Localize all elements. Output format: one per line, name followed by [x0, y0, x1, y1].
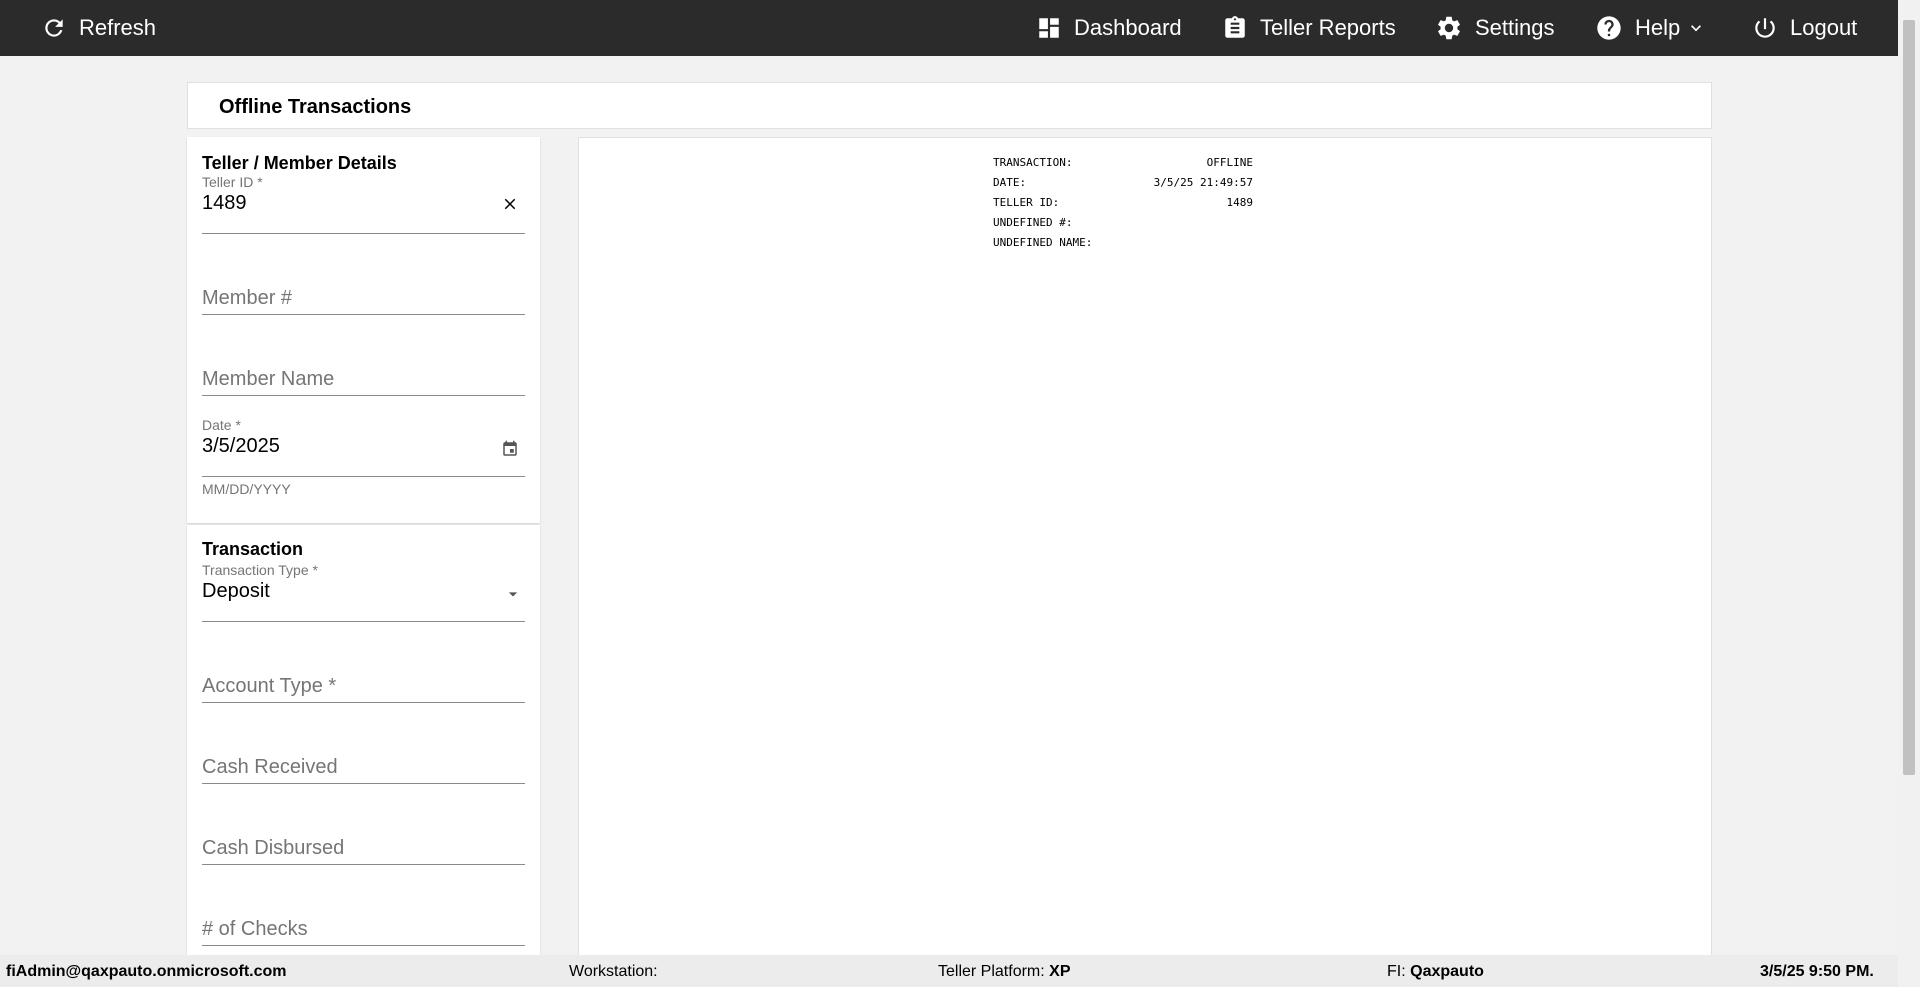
teller-reports-label: Teller Reports [1260, 15, 1396, 40]
transaction-type-underline [202, 621, 525, 622]
receipt-line-key: UNDEFINED NAME: [993, 236, 1093, 249]
date-format-hint: MM/DD/YYYY [202, 481, 291, 497]
teller-id-label: Teller ID * [202, 174, 263, 190]
clear-icon[interactable] [501, 195, 519, 213]
page-title: Offline Transactions [219, 96, 412, 118]
status-user: fiAdmin@qaxpauto.onmicrosoft.com [6, 963, 287, 980]
receipt-line: TRANSACTION: OFFLINE [993, 156, 1253, 176]
refresh-button[interactable]: Refresh [41, 0, 156, 56]
nav-teller-reports[interactable]: Teller Reports [1222, 0, 1396, 56]
page-scrollbar[interactable] [1898, 0, 1920, 987]
receipt-line: TELLER ID: 1489 [993, 196, 1253, 216]
account-type-field[interactable]: Account Type * [202, 643, 525, 703]
receipt-line-value: 3/5/25 21:49:57 [1153, 176, 1253, 189]
status-teller-platform: Teller Platform: XP [938, 963, 1071, 981]
dashboard-label: Dashboard [1074, 15, 1182, 40]
member-number-underline [202, 314, 525, 315]
fi-label: FI: [1387, 963, 1406, 980]
refresh-icon [45, 19, 63, 37]
receipt-line-key: UNDEFINED #: [993, 216, 1073, 229]
nav-dashboard[interactable]: Dashboard [1036, 0, 1182, 56]
receipt-line: DATE: 3/5/25 21:49:57 [993, 176, 1253, 196]
teller-member-heading: Teller / Member Details [202, 153, 397, 173]
teller-member-panel: Teller / Member Details Teller ID * 1489… [187, 137, 540, 523]
teller-platform-label: Teller Platform: [938, 963, 1045, 980]
num-checks-field[interactable]: # of Checks [202, 886, 525, 946]
date-field[interactable]: Date * 3/5/2025 [202, 417, 525, 477]
receipt-preview: TRANSACTION: OFFLINE DATE: 3/5/25 21:49:… [578, 137, 1712, 957]
dashboard-icon [1039, 18, 1059, 38]
member-number-placeholder: Member # [202, 287, 293, 309]
nav-help[interactable]: Help [1595, 0, 1706, 56]
teller-platform-value: XP [1049, 963, 1071, 980]
page-title-card: Offline Transactions [187, 82, 1712, 129]
gear-icon [1438, 16, 1460, 40]
receipt-line: UNDEFINED NAME: [993, 236, 1253, 256]
status-workstation: Workstation: [569, 963, 658, 981]
date-underline [202, 476, 525, 477]
nav-logout[interactable]: Logout [1752, 0, 1857, 56]
status-bar: fiAdmin@qaxpauto.onmicrosoft.com Worksta… [0, 955, 1898, 987]
nav-settings[interactable]: Settings [1435, 0, 1555, 56]
cash-disbursed-field[interactable]: Cash Disbursed [202, 805, 525, 865]
date-value: 3/5/2025 [202, 435, 280, 457]
fi-value: Qaxpauto [1410, 963, 1484, 980]
receipt-line: UNDEFINED #: [993, 216, 1253, 236]
cash-received-underline [202, 783, 525, 784]
cash-disbursed-placeholder: Cash Disbursed [202, 837, 345, 859]
teller-id-field[interactable]: Teller ID * 1489 [202, 174, 525, 234]
settings-label: Settings [1475, 15, 1555, 40]
power-icon [1755, 18, 1775, 38]
top-nav-bar: Refresh Dashboard Teller Reports Setting… [0, 0, 1920, 56]
transaction-heading: Transaction [202, 539, 304, 559]
date-label: Date * [202, 417, 241, 433]
receipt-line-key: TRANSACTION: [993, 156, 1073, 169]
dropdown-arrow-icon[interactable] [503, 584, 523, 604]
receipt-lines: TRANSACTION: OFFLINE DATE: 3/5/25 21:49:… [993, 156, 1253, 256]
member-name-placeholder: Member Name [202, 368, 335, 390]
teller-id-underline [202, 233, 525, 234]
scrollbar-thumb[interactable] [1903, 20, 1915, 775]
clipboard-icon [1225, 16, 1245, 38]
chevron-down-icon [1691, 25, 1702, 32]
workstation-label: Workstation: [569, 963, 658, 980]
transaction-panel: Transaction Transaction Type * Deposit A… [187, 525, 540, 955]
account-type-underline [202, 702, 525, 703]
account-type-placeholder: Account Type * [202, 675, 337, 697]
num-checks-placeholder: # of Checks [202, 918, 308, 940]
transaction-type-select[interactable]: Transaction Type * Deposit [202, 562, 525, 622]
help-label: Help [1635, 15, 1681, 40]
member-number-field[interactable]: Member # [202, 255, 525, 315]
receipt-line-key: DATE: [993, 176, 1027, 189]
member-name-underline [202, 395, 525, 396]
receipt-line-value: OFFLINE [1206, 156, 1253, 169]
cash-received-field[interactable]: Cash Received [202, 724, 525, 784]
help-circle-icon [1597, 16, 1621, 40]
member-name-field[interactable]: Member Name [202, 336, 525, 396]
status-datetime: 3/5/25 9:50 PM. [1760, 963, 1874, 980]
logout-label: Logout [1790, 15, 1858, 40]
cash-received-placeholder: Cash Received [202, 756, 338, 778]
transaction-type-label: Transaction Type * [202, 562, 318, 578]
teller-id-value: 1489 [202, 192, 247, 214]
cash-disbursed-underline [202, 864, 525, 865]
receipt-line-key: TELLER ID: [993, 196, 1060, 209]
receipt-line-value: 1489 [1226, 196, 1254, 209]
transaction-type-value: Deposit [202, 580, 270, 602]
num-checks-underline [202, 945, 525, 946]
refresh-label: Refresh [79, 15, 157, 40]
calendar-icon[interactable] [501, 440, 519, 458]
status-fi: FI: Qaxpauto [1387, 963, 1484, 981]
